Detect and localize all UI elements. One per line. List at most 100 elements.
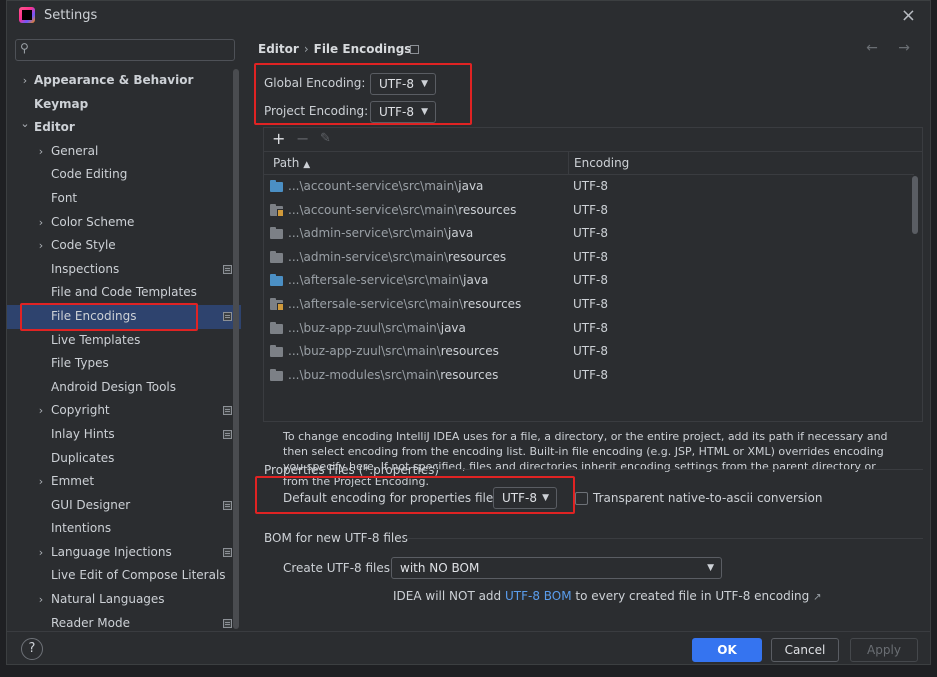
row-path: ...\admin-service\src\main\java bbox=[288, 222, 473, 246]
sort-ascending-icon: ▲ bbox=[303, 160, 311, 170]
back-forward-arrows[interactable]: ← → bbox=[866, 40, 918, 56]
sidebar-item-file-and-code-templates[interactable]: File and Code Templates bbox=[7, 281, 241, 305]
chevron-right-icon[interactable]: › bbox=[35, 470, 47, 494]
row-path-prefix: ...\buz-app-zuul\src\main\ bbox=[288, 344, 441, 359]
path-encoding-table: + − ✎ Path ▲ Encoding ...\account-servic… bbox=[263, 127, 923, 422]
table-body: ...\account-service\src\main\java UTF-8..… bbox=[264, 175, 914, 387]
source-folder-icon bbox=[270, 274, 283, 287]
row-path-leaf: resources bbox=[463, 296, 522, 311]
sidebar-item-label: Live Templates bbox=[51, 332, 141, 347]
remove-icon[interactable]: − bbox=[296, 129, 309, 148]
sidebar-item-gui-designer[interactable]: GUI Designer bbox=[7, 494, 241, 518]
chevron-right-icon[interactable]: › bbox=[19, 69, 31, 93]
sidebar-item-emmet[interactable]: › Emmet bbox=[7, 470, 241, 494]
sidebar-item-live-edit-of-compose-literals[interactable]: Live Edit of Compose Literals bbox=[7, 564, 241, 588]
help-button[interactable]: ? bbox=[21, 638, 43, 660]
sidebar-item-label: Appearance & Behavior bbox=[34, 73, 194, 87]
settings-search-input[interactable]: ⚲ bbox=[15, 39, 235, 61]
row-encoding[interactable]: UTF-8 bbox=[573, 340, 608, 364]
column-path[interactable]: Path ▲ bbox=[273, 152, 310, 175]
sidebar-item-general[interactable]: › General bbox=[7, 140, 241, 164]
chevron-right-icon[interactable]: › bbox=[35, 399, 47, 423]
row-path-leaf: resources bbox=[440, 344, 499, 359]
sidebar-item-file-types[interactable]: File Types bbox=[7, 352, 241, 376]
table-row[interactable]: ...\aftersale-service\src\main\resources… bbox=[264, 293, 914, 317]
sidebar-item-editor[interactable]: ⌄ Editor bbox=[7, 116, 241, 140]
table-toolbar: + − ✎ bbox=[264, 128, 922, 152]
table-row[interactable]: ...\buz-app-zuul\src\main\resources UTF-8 bbox=[264, 340, 914, 364]
sidebar-item-live-templates[interactable]: Live Templates bbox=[7, 329, 241, 353]
table-row[interactable]: ...\admin-service\src\main\java UTF-8 bbox=[264, 222, 914, 246]
breadcrumb-file-encodings: File Encodings bbox=[313, 42, 412, 56]
transparent-conversion-checkbox[interactable] bbox=[575, 492, 588, 505]
sidebar-item-label: Copyright bbox=[51, 403, 110, 418]
table-row[interactable]: ...\admin-service\src\main\resources UTF-… bbox=[264, 246, 914, 270]
chevron-right-icon[interactable]: › bbox=[35, 588, 47, 612]
bom-select[interactable]: with NO BOM ▼ bbox=[391, 557, 722, 579]
sidebar-item-color-scheme[interactable]: › Color Scheme bbox=[7, 211, 241, 235]
row-path-prefix: ...\buz-app-zuul\src\main\ bbox=[288, 320, 441, 335]
sidebar-item-android-design-tools[interactable]: Android Design Tools bbox=[7, 376, 241, 400]
row-path-leaf: java bbox=[458, 179, 484, 193]
row-encoding[interactable]: UTF-8 bbox=[573, 364, 608, 388]
sidebar-item-code-editing[interactable]: Code Editing bbox=[7, 163, 241, 187]
row-encoding[interactable]: UTF-8 bbox=[573, 293, 608, 317]
row-encoding[interactable]: UTF-8 bbox=[573, 317, 608, 341]
row-encoding[interactable]: UTF-8 bbox=[573, 246, 608, 270]
table-scrollbar[interactable] bbox=[912, 176, 918, 234]
sidebar-item-inlay-hints[interactable]: Inlay Hints bbox=[7, 423, 241, 447]
sidebar-scrollbar[interactable] bbox=[233, 69, 239, 629]
folder-icon bbox=[270, 321, 283, 334]
sidebar-item-copyright[interactable]: › Copyright bbox=[7, 399, 241, 423]
sidebar-item-appearance-behavior[interactable]: › Appearance & Behavior bbox=[7, 69, 241, 93]
settings-tree: › Appearance & Behavior Keymap ⌄ Editor › Gene… bbox=[7, 69, 241, 635]
sidebar-item-label: File Types bbox=[51, 356, 109, 371]
settings-sidebar: ⚲ › Appearance & Behavior Keymap ⌄ Editor › Ge… bbox=[7, 31, 241, 631]
chevron-right-icon[interactable]: › bbox=[35, 234, 47, 258]
transparent-conversion-label[interactable]: Transparent native-to-ascii conversion bbox=[593, 491, 822, 505]
search-icon: ⚲ bbox=[20, 41, 29, 55]
row-path-prefix: ...\aftersale-service\src\main\ bbox=[288, 273, 464, 288]
ok-button[interactable]: OK bbox=[692, 638, 762, 662]
apply-button[interactable]: Apply bbox=[850, 638, 918, 662]
sidebar-item-code-style[interactable]: › Code Style bbox=[7, 234, 241, 258]
row-encoding[interactable]: UTF-8 bbox=[573, 175, 608, 199]
sidebar-item-label: Duplicates bbox=[51, 450, 115, 465]
table-row[interactable]: ...\account-service\src\main\resources UT… bbox=[264, 199, 914, 223]
resources-folder-icon bbox=[270, 203, 284, 217]
chevron-down-icon[interactable]: ⌄ bbox=[19, 112, 31, 136]
sidebar-item-keymap[interactable]: Keymap bbox=[7, 93, 241, 117]
row-encoding[interactable]: UTF-8 bbox=[573, 199, 608, 223]
chevron-right-icon[interactable]: › bbox=[35, 211, 47, 235]
chevron-right-icon[interactable]: › bbox=[35, 541, 47, 565]
breadcrumb-editor[interactable]: Editor bbox=[258, 42, 299, 56]
row-path: ...\account-service\src\main\java bbox=[288, 175, 483, 199]
row-path: ...\buz-app-zuul\src\main\java bbox=[288, 317, 466, 341]
cancel-button[interactable]: Cancel bbox=[771, 638, 839, 662]
row-path: ...\aftersale-service\src\main\resources bbox=[288, 293, 521, 317]
column-path-label: Path bbox=[273, 156, 300, 170]
sidebar-item-font[interactable]: Font bbox=[7, 187, 241, 211]
close-icon[interactable]: × bbox=[901, 5, 916, 26]
row-encoding[interactable]: UTF-8 bbox=[573, 222, 608, 246]
table-row[interactable]: ...\buz-modules\src\main\resources UTF-8 bbox=[264, 364, 914, 388]
row-path-prefix: ...\account-service\src\main\ bbox=[288, 179, 459, 193]
table-row[interactable]: ...\buz-app-zuul\src\main\java UTF-8 bbox=[264, 317, 914, 341]
sidebar-item-duplicates[interactable]: Duplicates bbox=[7, 447, 241, 471]
row-path-leaf: java bbox=[448, 226, 474, 241]
table-row[interactable]: ...\aftersale-service\src\main\java UTF-8 bbox=[264, 269, 914, 293]
sidebar-item-intentions[interactable]: Intentions bbox=[7, 517, 241, 541]
file-encodings-panel: Editor › File Encodings ← → Global Encodin… bbox=[249, 31, 930, 631]
sidebar-item-natural-languages[interactable]: › Natural Languages bbox=[7, 588, 241, 612]
table-row[interactable]: ...\account-service\src\main\java UTF-8 bbox=[264, 175, 914, 199]
sidebar-item-inspections[interactable]: Inspections bbox=[7, 258, 241, 282]
column-encoding[interactable]: Encoding bbox=[574, 152, 629, 175]
sidebar-item-language-injections[interactable]: › Language Injections bbox=[7, 541, 241, 565]
edit-icon[interactable]: ✎ bbox=[320, 131, 331, 146]
chevron-right-icon[interactable]: › bbox=[35, 140, 47, 164]
highlight-file-encodings-box bbox=[20, 303, 198, 331]
row-path-prefix: ...\admin-service\src\main\ bbox=[288, 226, 449, 241]
row-encoding[interactable]: UTF-8 bbox=[573, 269, 608, 293]
add-icon[interactable]: + bbox=[272, 129, 285, 148]
utf8-bom-link[interactable]: UTF-8 BOM bbox=[505, 589, 572, 603]
